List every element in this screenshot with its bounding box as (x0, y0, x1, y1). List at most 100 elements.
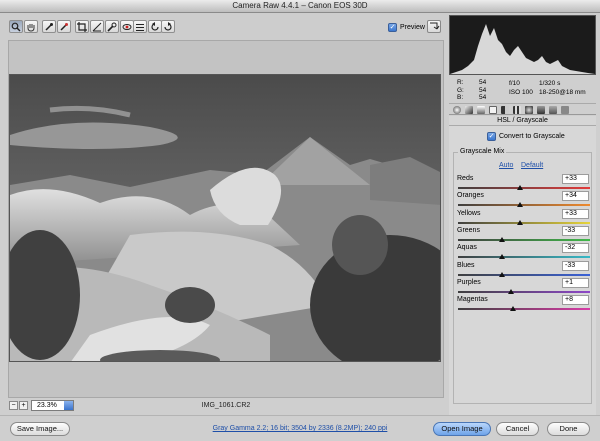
slider-track[interactable] (458, 238, 590, 241)
slider-label: Oranges (457, 192, 484, 200)
slider-thumb[interactable] (508, 288, 515, 294)
tab-hsl-icon[interactable] (489, 106, 497, 114)
crop-icon[interactable] (75, 20, 89, 33)
slider-row-blues: Blues -33 (454, 260, 593, 280)
slider-row-yellows: Yellows +33 (454, 208, 593, 228)
iso-value: ISO 100 (509, 89, 533, 96)
preview-label: Preview (400, 23, 425, 31)
fullscreen-icon (430, 22, 440, 30)
fullscreen-button[interactable] (427, 20, 441, 33)
landscape-photo (10, 75, 440, 361)
window-title: Camera Raw 4.4.1 – Canon EOS 30D (232, 1, 368, 10)
tab-basic-icon[interactable] (453, 106, 461, 114)
retouch-icon[interactable] (105, 20, 119, 33)
slider-thumb[interactable] (516, 219, 523, 225)
red-eye-icon[interactable] (120, 20, 134, 33)
title-bar: Camera Raw 4.4.1 – Canon EOS 30D (0, 0, 600, 13)
slider-track[interactable] (458, 204, 590, 207)
tab-detail-icon[interactable] (477, 106, 485, 114)
pixel-readout: R: 54 G: 54 B: 54 f/10 1/320 s ISO 100 18-250… (449, 76, 596, 102)
slider-label: Magentas (457, 296, 488, 304)
hsl-grayscale-panel: ✓ Convert to Grayscale Grayscale Mix Aut… (449, 126, 596, 415)
convert-label: Convert to Grayscale (499, 133, 565, 140)
bottom-bar: Save Image... Gray Gamma 2.2; 16 bit; 35… (0, 415, 600, 441)
slider-track[interactable] (458, 290, 590, 293)
r-label: R: (457, 79, 464, 86)
slider-row-aquas: Aquas -32 (454, 243, 593, 262)
slider-value-field[interactable]: +33 (562, 208, 589, 219)
slider-row-magentas: Magentas +8 (454, 295, 593, 314)
preview-checkbox[interactable]: ✓ (388, 22, 397, 32)
slider-row-greens: Greens -33 (454, 225, 593, 245)
slider-value-field[interactable]: -32 (562, 243, 589, 254)
camera-raw-window: Camera Raw 4.4.1 – Canon EOS 30D ✓ Previ… (0, 0, 600, 441)
panel-title: HSL / Grayscale (449, 116, 596, 126)
histogram (449, 15, 596, 75)
panel-tabs (449, 103, 596, 115)
hand-tool-icon[interactable] (24, 20, 38, 33)
g-label: G: (457, 86, 464, 94)
tab-lens-corrections-icon[interactable] (513, 106, 521, 114)
histogram-graph (450, 24, 595, 74)
slider-row-reds: Reds +33 (454, 174, 593, 193)
slider-thumb[interactable] (499, 271, 506, 277)
auto-link[interactable]: Auto (499, 162, 513, 169)
slider-thumb[interactable] (499, 236, 506, 242)
slider-row-purples: Purples +1 (454, 277, 593, 297)
filename-label: IMG_1061.CR2 (201, 402, 251, 409)
slider-track[interactable] (458, 221, 590, 224)
preview-toggle[interactable]: ✓ Preview (388, 22, 425, 32)
done-button[interactable]: Done (547, 422, 590, 436)
slider-thumb[interactable] (516, 202, 523, 208)
slider-value-field[interactable]: -33 (562, 225, 589, 236)
slider-label: Aquas (457, 244, 477, 252)
g-value: 54 (479, 86, 487, 94)
slider-row-oranges: Oranges +34 (454, 191, 593, 210)
slider-track[interactable] (458, 273, 590, 276)
tab-camera-calibration-icon[interactable] (525, 106, 533, 114)
grayscale-mix-label: Grayscale Mix (458, 148, 507, 155)
shutter-value: 1/320 s (539, 80, 561, 87)
slider-value-field[interactable]: +33 (562, 174, 589, 184)
straighten-icon[interactable] (90, 20, 104, 33)
tab-snapshots-icon[interactable] (549, 106, 557, 114)
lens-value: 18-250@18 mm (539, 89, 586, 96)
tab-menu-icon[interactable] (561, 106, 569, 114)
tab-tone-curve-icon[interactable] (465, 106, 473, 114)
color-sampler-icon[interactable] (57, 20, 71, 33)
b-label: B: (457, 94, 464, 101)
slider-label: Purples (457, 278, 481, 286)
slider-value-field[interactable]: +34 (562, 191, 589, 202)
slider-value-field[interactable]: -33 (562, 260, 589, 271)
slider-thumb[interactable] (499, 254, 506, 260)
slider-track[interactable] (458, 187, 590, 189)
b-value: 54 (479, 94, 487, 101)
r-value: 54 (479, 79, 487, 86)
slider-label: Blues (457, 261, 475, 269)
slider-track[interactable] (458, 308, 590, 311)
slider-thumb[interactable] (516, 185, 523, 190)
zoom-tool-icon[interactable] (9, 20, 23, 33)
open-image-button[interactable]: Open Image (433, 422, 491, 436)
slider-value-field[interactable]: +8 (562, 295, 589, 306)
cancel-button[interactable]: Cancel (496, 422, 539, 436)
rotate-right-icon[interactable] (161, 20, 175, 33)
slider-label: Yellows (457, 209, 481, 217)
tab-split-toning-icon[interactable] (501, 106, 509, 114)
slider-label: Greens (457, 226, 480, 234)
aperture-value: f/10 (509, 80, 520, 87)
slider-track[interactable] (458, 256, 590, 259)
preferences-icon[interactable] (133, 20, 147, 33)
default-link[interactable]: Default (521, 162, 543, 169)
white-balance-icon[interactable] (42, 20, 56, 33)
photo-preview[interactable] (9, 74, 441, 362)
zoom-bar: − + 23.3% IMG_1061.CR2 (8, 399, 444, 413)
tab-presets-icon[interactable] (537, 106, 545, 114)
slider-value-field[interactable]: +1 (562, 277, 589, 288)
convert-checkbox[interactable]: ✓ (487, 132, 496, 141)
convert-to-grayscale[interactable]: ✓ Convert to Grayscale (487, 132, 565, 141)
rotate-left-icon[interactable] (148, 20, 162, 33)
slider-thumb[interactable] (509, 306, 516, 312)
grayscale-mix-group: Grayscale Mix Auto Default Reds +33 Orange… (453, 148, 593, 404)
slider-label: Reds (457, 175, 474, 182)
